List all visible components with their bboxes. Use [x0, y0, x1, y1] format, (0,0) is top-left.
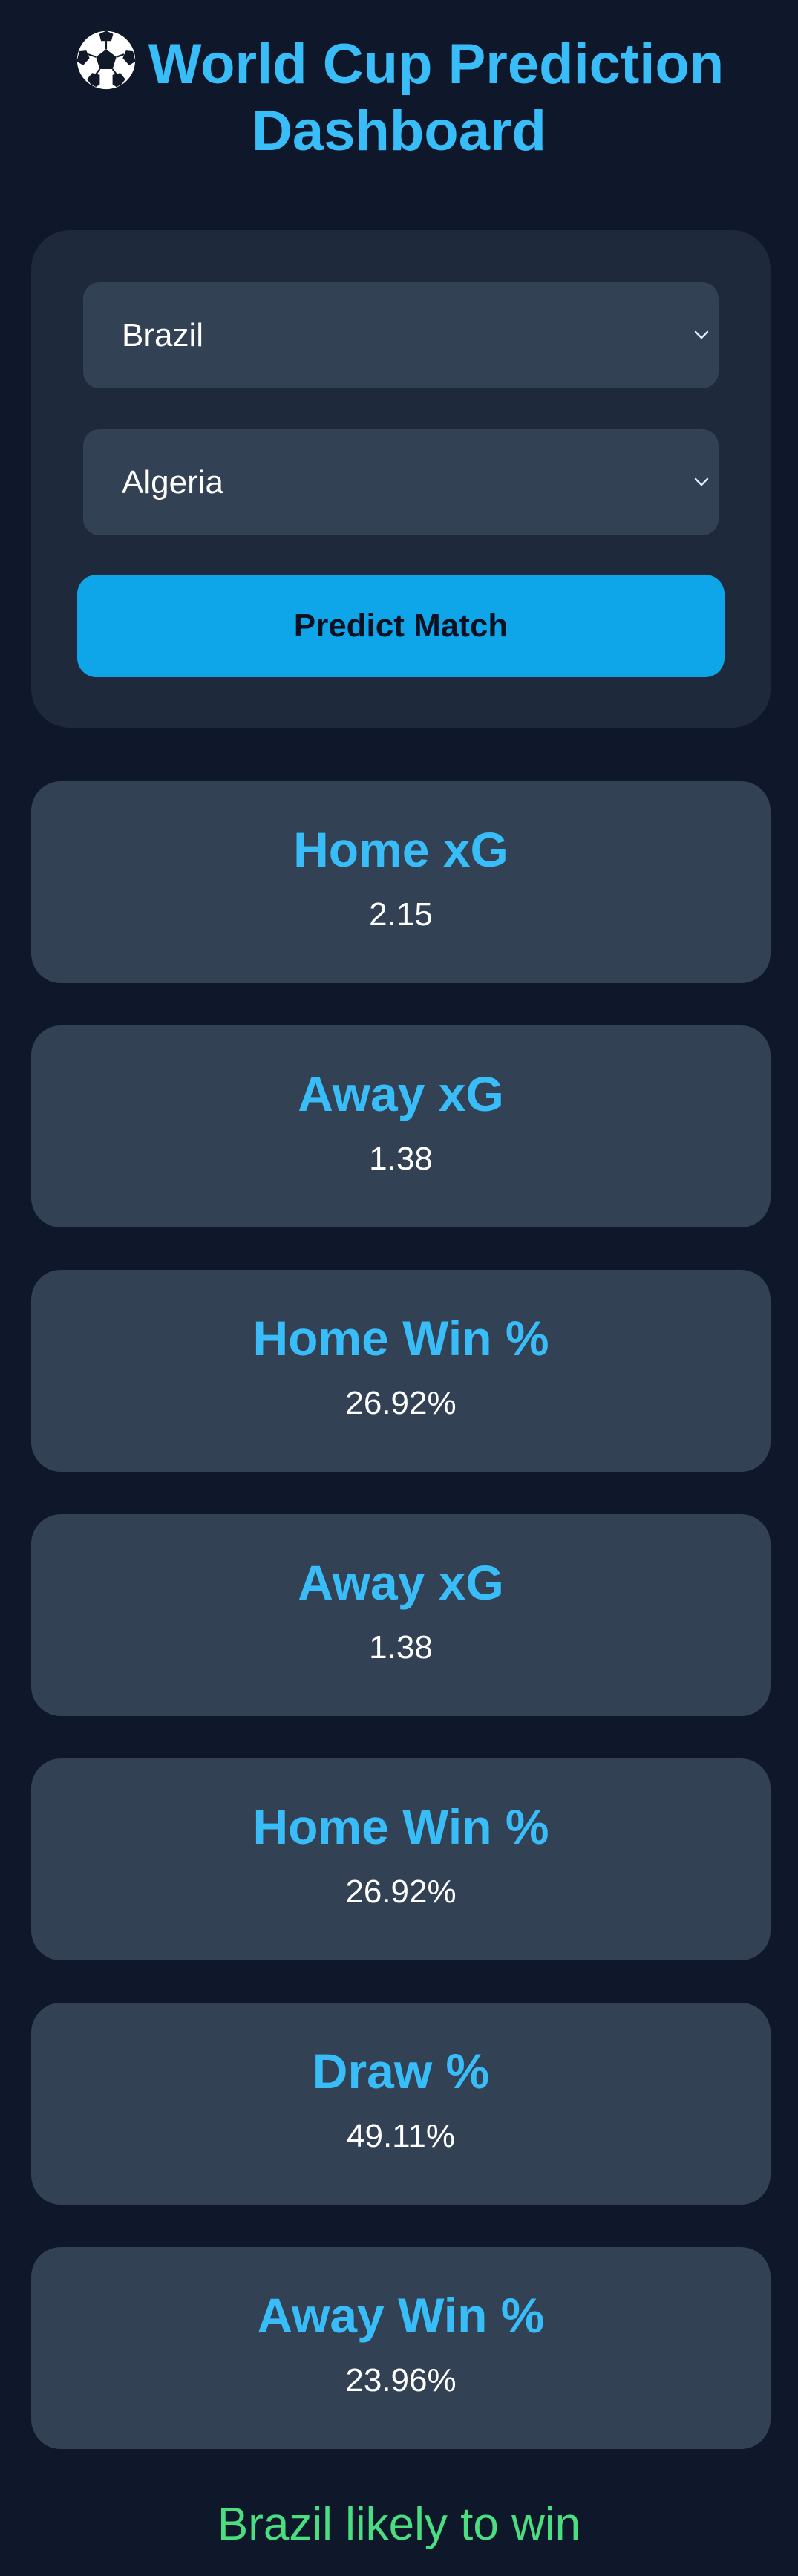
stat-card-away-xg: Away xG 1.38	[31, 1514, 771, 1716]
soccer-ball-icon	[74, 28, 138, 92]
stat-label: Away Win %	[257, 2288, 545, 2343]
stat-value: 26.92%	[345, 1874, 457, 1910]
predict-match-button[interactable]: Predict Match	[77, 575, 725, 677]
prediction-form: Brazil Algeria Predict Match	[31, 230, 771, 728]
stat-value: 23.96%	[345, 2362, 457, 2399]
chevron-down-icon	[690, 324, 713, 346]
away-team-select[interactable]: Algeria	[83, 429, 719, 535]
stat-card-home-xg: Home xG 2.15	[31, 781, 771, 983]
stat-value: 26.92%	[345, 1385, 457, 1421]
stat-card-home-win: Home Win % 26.92%	[31, 1758, 771, 1960]
stat-card-home-win: Home Win % 26.92%	[31, 1270, 771, 1472]
home-team-value: Brazil	[122, 317, 204, 353]
home-team-select[interactable]: Brazil	[83, 282, 719, 388]
page-title-text: World Cup Prediction Dashboard	[148, 33, 725, 163]
stat-label: Draw %	[312, 2044, 490, 2099]
stat-value: 1.38	[369, 1141, 433, 1177]
stat-label: Home xG	[293, 822, 508, 877]
stat-label: Away xG	[298, 1066, 504, 1121]
stat-value: 49.11%	[347, 2118, 455, 2154]
stat-card-draw: Draw % 49.11%	[31, 2003, 771, 2205]
stat-label: Away xG	[298, 1555, 504, 1610]
chevron-down-icon	[690, 471, 713, 493]
stat-value: 2.15	[369, 896, 433, 933]
stat-label: Home Win %	[252, 1799, 549, 1854]
away-team-value: Algeria	[122, 464, 223, 500]
stat-card-away-xg: Away xG 1.38	[31, 1025, 771, 1227]
stat-value: 1.38	[369, 1629, 433, 1666]
stat-label: Home Win %	[252, 1311, 549, 1366]
stat-card-away-win: Away Win % 23.96%	[31, 2247, 771, 2449]
prediction-result: Brazil likely to win	[217, 2499, 581, 2550]
page-title: World Cup Prediction Dashboard	[0, 28, 798, 165]
